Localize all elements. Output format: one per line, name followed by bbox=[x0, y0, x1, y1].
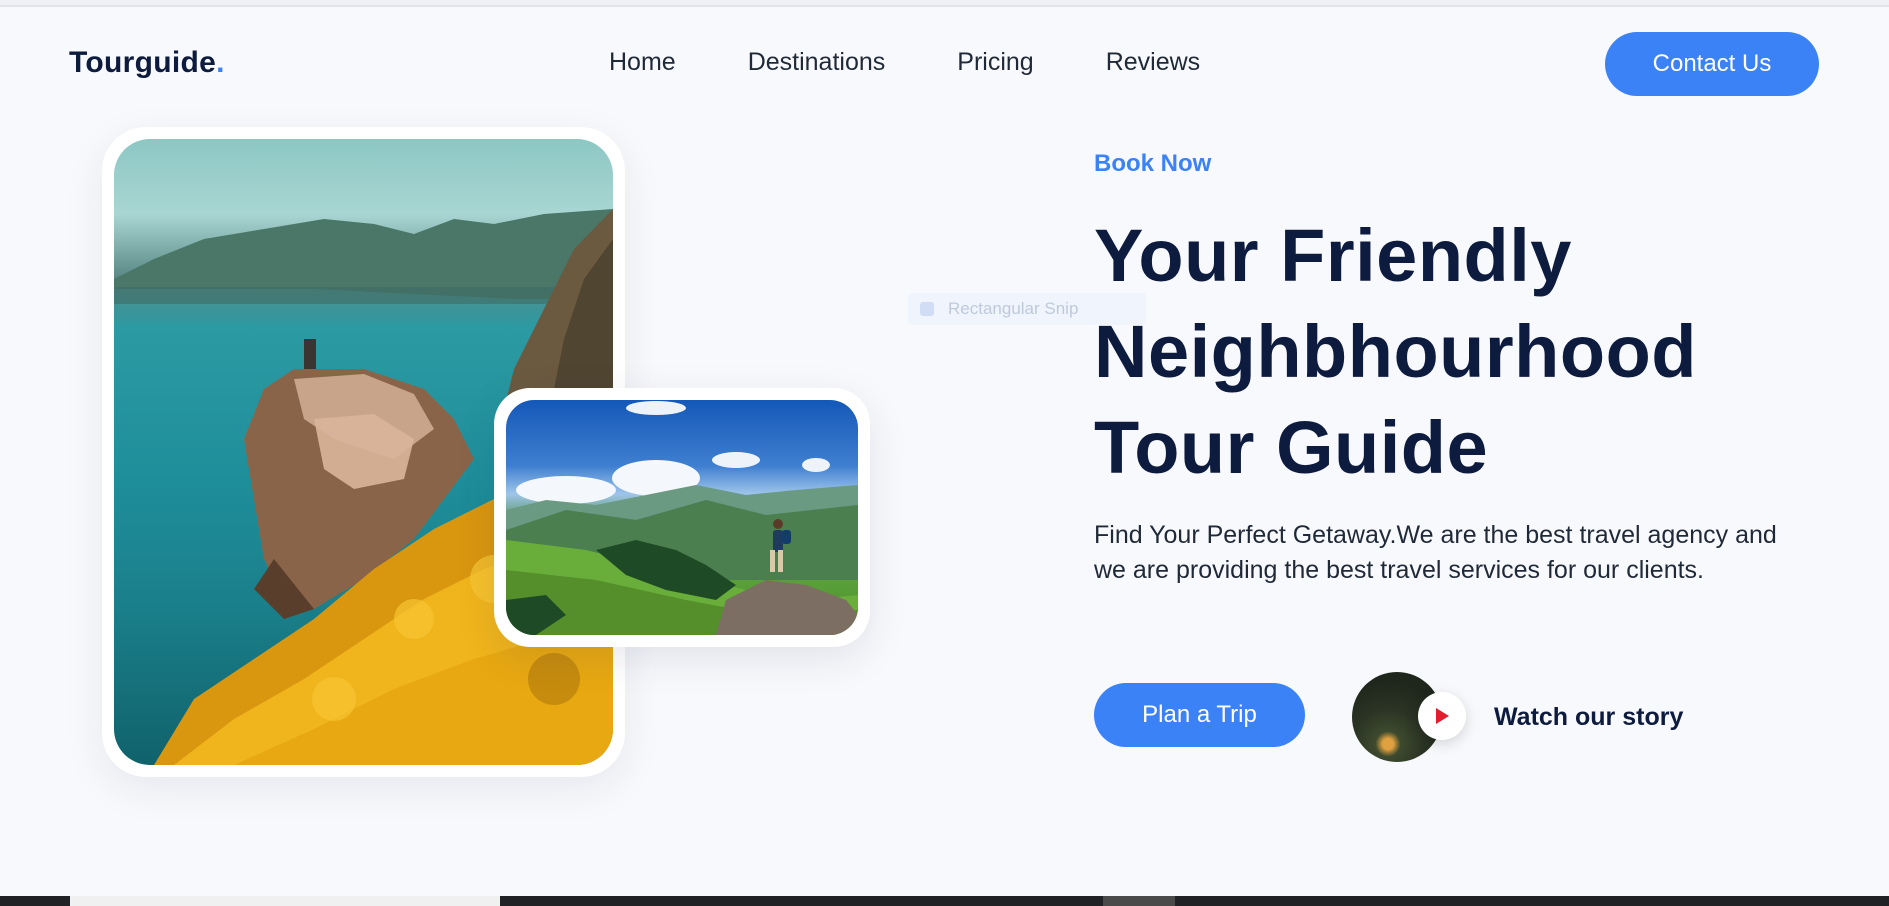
watch-story-label[interactable]: Watch our story bbox=[1494, 703, 1683, 732]
hero-description: Find Your Perfect Getaway.We are the bes… bbox=[1094, 521, 1777, 584]
hero-headline: Your Friendly Neighbhourhood Tour Guide bbox=[1094, 208, 1854, 496]
play-icon bbox=[1436, 708, 1449, 724]
book-now-link[interactable]: Book Now bbox=[1094, 150, 1211, 178]
contact-us-button[interactable]: Contact Us bbox=[1605, 32, 1819, 96]
play-button[interactable] bbox=[1418, 692, 1466, 740]
window-top-edge bbox=[0, 0, 1889, 7]
main-nav: Home Destinations Pricing Reviews bbox=[609, 48, 1200, 77]
snip-icon bbox=[920, 302, 934, 316]
nav-item-reviews[interactable]: Reviews bbox=[1106, 48, 1200, 77]
plan-a-trip-button[interactable]: Plan a Trip bbox=[1094, 683, 1305, 747]
story-thumbnail[interactable] bbox=[1352, 672, 1466, 762]
hero-image-frame-small bbox=[494, 388, 870, 647]
brand-dot: . bbox=[216, 46, 225, 79]
taskbar-window-thumb bbox=[70, 896, 500, 906]
headline-line-3: Tour Guide bbox=[1094, 406, 1489, 489]
watch-story-link[interactable]: Watch our story bbox=[1352, 672, 1683, 762]
mountain-hiker-photo bbox=[506, 400, 858, 635]
snip-label: Rectangular Snip bbox=[948, 299, 1079, 318]
nav-item-pricing[interactable]: Pricing bbox=[957, 48, 1033, 77]
nav-item-destinations[interactable]: Destinations bbox=[748, 48, 886, 77]
headline-line-1: Your Friendly bbox=[1094, 214, 1572, 297]
brand-name: Tourguide bbox=[69, 46, 217, 79]
brand-logo[interactable]: Tourguide. bbox=[69, 46, 225, 80]
taskbar-window-thumb-2 bbox=[1103, 896, 1175, 906]
headline-line-2: Neighbhourhood bbox=[1094, 310, 1697, 393]
nav-item-home[interactable]: Home bbox=[609, 48, 676, 77]
